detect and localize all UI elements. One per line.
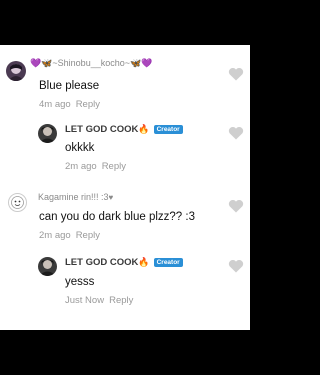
- reply-button[interactable]: Reply: [109, 295, 133, 306]
- comment-meta: 2m ago Reply: [39, 230, 100, 241]
- heart-icon: ♥: [108, 193, 114, 202]
- avatar[interactable]: [38, 124, 57, 143]
- like-heart-icon[interactable]: [228, 67, 244, 81]
- reply-button[interactable]: Reply: [76, 99, 100, 110]
- fire-icon: 🔥: [138, 257, 150, 267]
- comment-time: 4m ago: [39, 99, 71, 110]
- reply-button[interactable]: Reply: [76, 230, 100, 241]
- comment-username: LET GOD COOK🔥 Creator: [65, 124, 183, 135]
- comment-meta: 2m ago Reply: [65, 161, 126, 172]
- like-heart-icon[interactable]: [228, 259, 244, 273]
- creator-name[interactable]: LET GOD COOK: [65, 257, 138, 268]
- comment-username: Kagamine rin!!! :3♥: [38, 192, 114, 202]
- comment-username: LET GOD COOK🔥 Creator: [65, 257, 183, 268]
- comment-text: Blue please: [39, 80, 100, 92]
- creator-badge: Creator: [153, 258, 183, 267]
- comments-panel: 💜🦋~Shinobu__kocho~🦋💜 Blue please 4m ago R…: [0, 45, 250, 330]
- comment-meta: 4m ago Reply: [39, 99, 100, 110]
- like-heart-icon[interactable]: [228, 126, 244, 140]
- fire-icon: 🔥: [138, 124, 150, 134]
- comment-time: 2m ago: [65, 161, 97, 172]
- creator-name[interactable]: LET GOD COOK: [65, 124, 138, 135]
- like-heart-icon[interactable]: [228, 199, 244, 213]
- comment-username[interactable]: 💜🦋~Shinobu__kocho~🦋💜: [30, 58, 152, 69]
- reply-button[interactable]: Reply: [102, 161, 126, 172]
- comment-text: yesss: [65, 276, 95, 288]
- comment-text: okkkk: [65, 142, 95, 154]
- comment-time: Just Now: [65, 295, 105, 306]
- avatar[interactable]: [8, 193, 27, 212]
- comment-meta: Just Now Reply: [65, 295, 133, 306]
- comment-text: can you do dark blue plzz?? :3: [39, 211, 195, 223]
- avatar[interactable]: [38, 257, 57, 276]
- avatar[interactable]: [6, 61, 26, 81]
- creator-badge: Creator: [153, 125, 183, 134]
- comment-time: 2m ago: [39, 230, 71, 241]
